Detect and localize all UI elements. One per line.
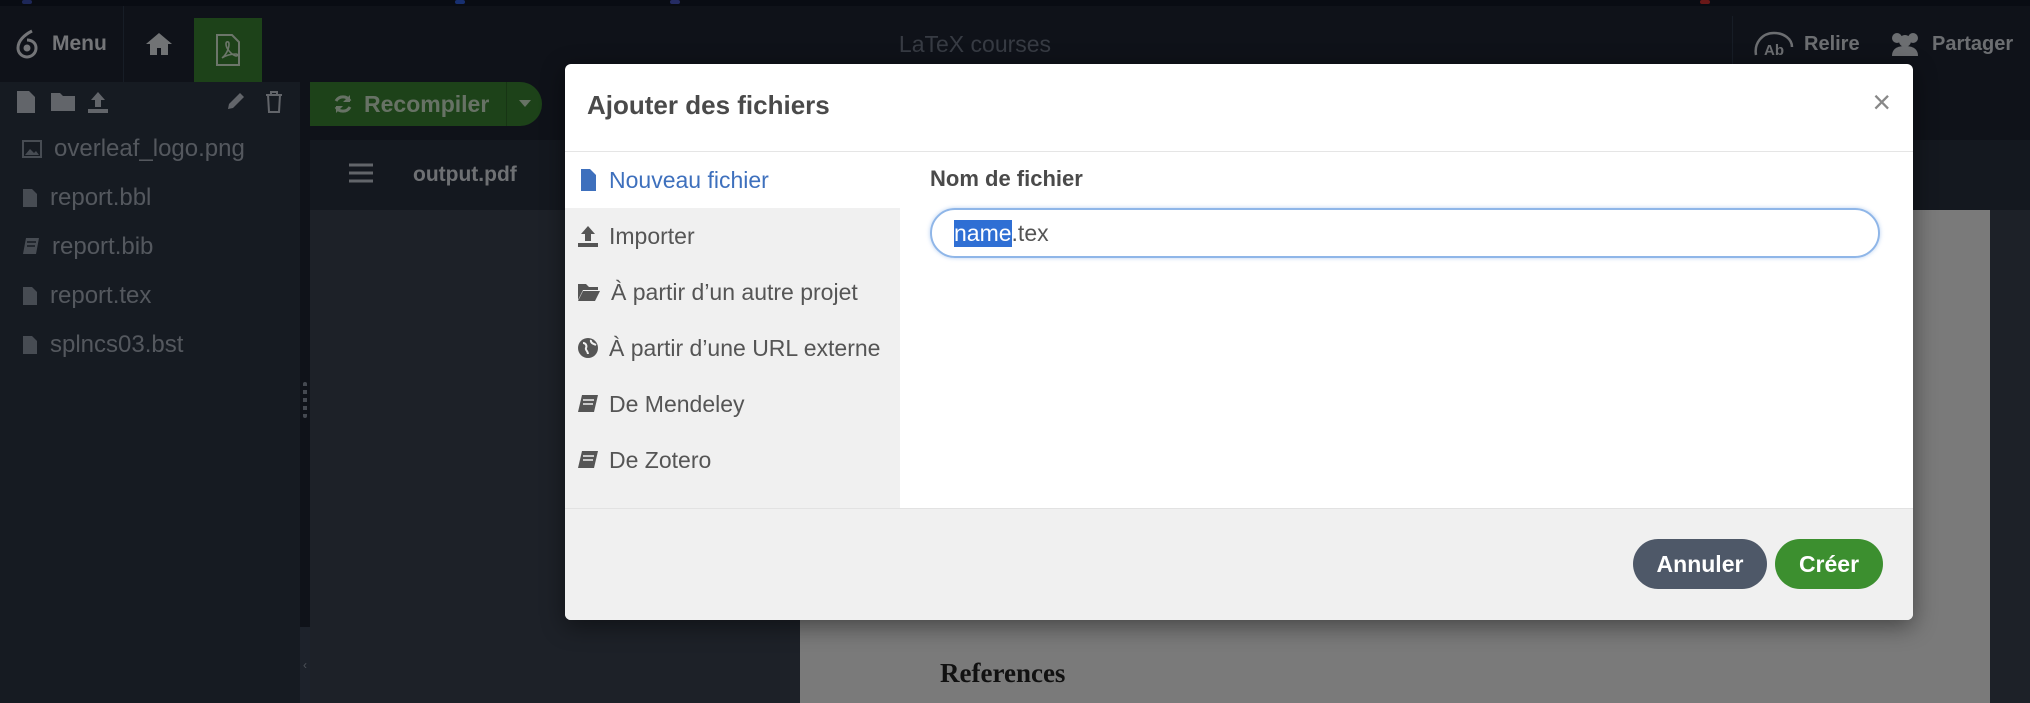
nav-item-mendeley[interactable]: De Mendeley xyxy=(565,376,900,432)
nav-item-label: De Zotero xyxy=(609,446,712,473)
add-files-modal: Ajouter des fichiers × Nouveau fichier I… xyxy=(565,64,1913,620)
nav-item-label: À partir d’une URL externe xyxy=(609,334,881,361)
folder-open-icon xyxy=(578,284,600,301)
nav-item-from-project[interactable]: À partir d’un autre projet xyxy=(565,264,900,320)
create-button[interactable]: Créer xyxy=(1775,539,1883,589)
file-icon xyxy=(581,169,596,191)
nav-item-zotero[interactable]: De Zotero xyxy=(565,432,900,488)
nav-item-new-file[interactable]: Nouveau fichier xyxy=(565,152,900,208)
book-icon xyxy=(578,451,598,468)
nav-item-label: De Mendeley xyxy=(609,390,745,417)
new-file-form: Nom de fichier name .tex xyxy=(900,152,1913,508)
modal-header: Ajouter des fichiers × xyxy=(565,64,1913,152)
filename-extension-text: .tex xyxy=(1011,219,1049,246)
nav-item-label: Nouveau fichier xyxy=(609,166,769,193)
nav-item-label: Importer xyxy=(609,222,695,249)
book-icon xyxy=(578,395,598,412)
globe-icon xyxy=(578,338,598,358)
nav-item-label: À partir d’un autre projet xyxy=(611,278,858,305)
modal-footer: Annuler Créer xyxy=(565,508,1913,620)
nav-item-import[interactable]: Importer xyxy=(565,208,900,264)
filename-input[interactable]: name .tex xyxy=(930,208,1880,258)
filename-label: Nom de fichier xyxy=(930,166,1083,191)
nav-item-from-url[interactable]: À partir d’une URL externe xyxy=(565,320,900,376)
close-icon[interactable]: × xyxy=(1872,86,1891,118)
filename-selected-text: name xyxy=(954,219,1012,247)
upload-icon xyxy=(578,226,598,247)
modal-title: Ajouter des fichiers xyxy=(587,90,830,120)
cancel-button[interactable]: Annuler xyxy=(1633,539,1767,589)
add-files-source-nav: Nouveau fichier Importer À partir d’un a… xyxy=(565,152,900,508)
